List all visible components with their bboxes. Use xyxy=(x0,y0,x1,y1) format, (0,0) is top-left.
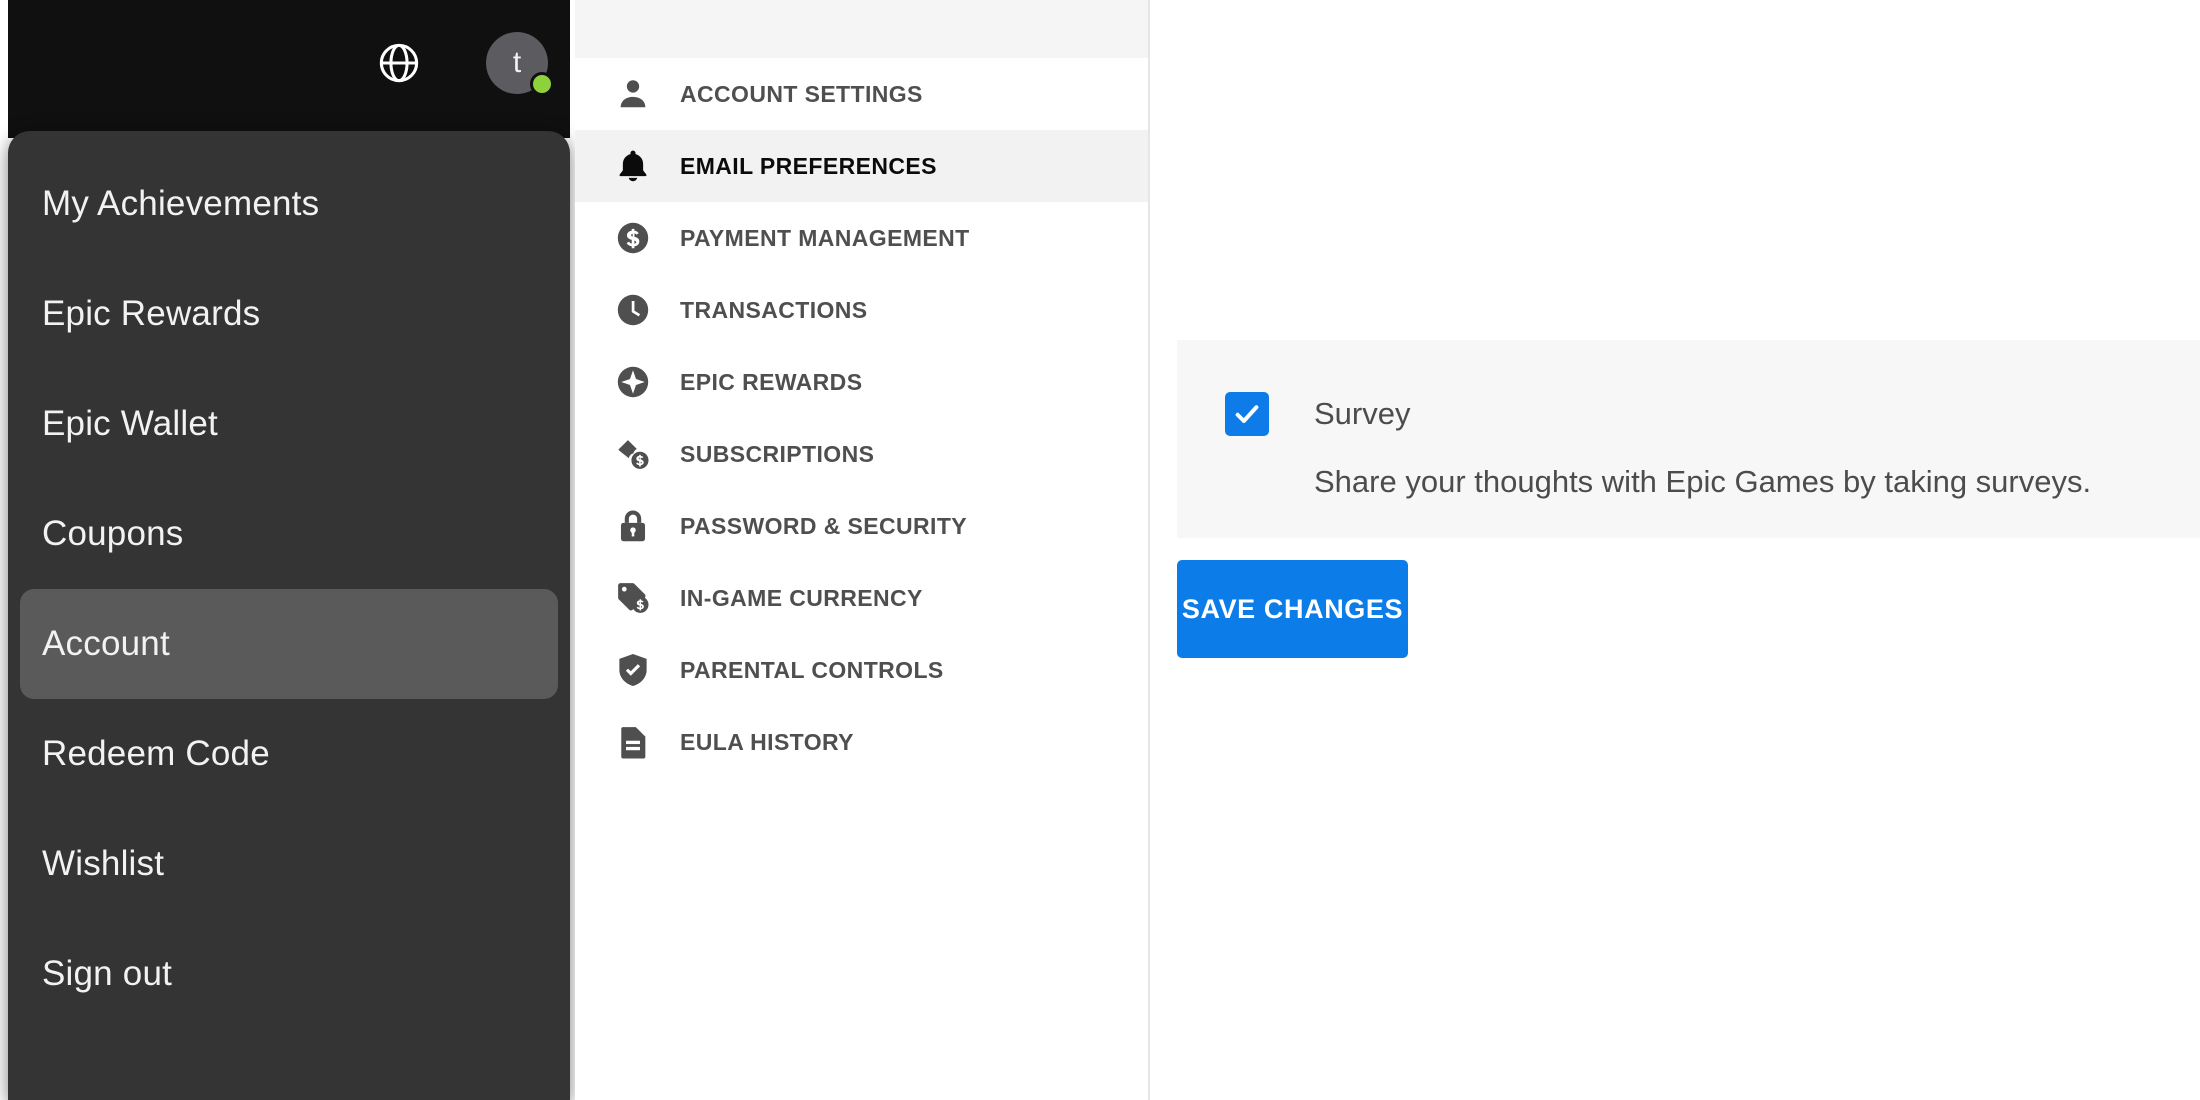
survey-checkbox[interactable] xyxy=(1225,392,1269,436)
nav-item-label: TRANSACTIONS xyxy=(680,297,868,324)
lock-icon xyxy=(613,506,653,546)
nav-item-label: IN-GAME CURRENCY xyxy=(680,585,923,612)
top-bar: t xyxy=(8,0,570,138)
account-dropdown-menu: My Achievements Epic Rewards Epic Wallet… xyxy=(8,131,570,1100)
tag-dollar-icon xyxy=(613,578,653,618)
avatar-wrapper[interactable]: t xyxy=(486,32,548,94)
nav-item-label: ACCOUNT SETTINGS xyxy=(680,81,923,108)
nav-item-eula-history[interactable]: EULA HISTORY xyxy=(575,706,1148,778)
nav-item-label: PASSWORD & SECURITY xyxy=(680,513,967,540)
menu-item-label: Account xyxy=(42,624,170,664)
survey-title: Survey xyxy=(1314,394,1410,434)
nav-item-password-security[interactable]: PASSWORD & SECURITY xyxy=(575,490,1148,562)
nav-item-subscriptions[interactable]: SUBSCRIPTIONS xyxy=(575,418,1148,490)
bell-icon xyxy=(613,146,653,186)
save-changes-button[interactable]: SAVE CHANGES xyxy=(1177,560,1408,658)
nav-top-strip xyxy=(575,0,1148,58)
globe-icon[interactable] xyxy=(376,40,422,86)
menu-item-label: Wishlist xyxy=(42,844,164,884)
nav-item-label: EPIC REWARDS xyxy=(680,369,862,396)
shield-check-icon xyxy=(613,650,653,690)
person-icon xyxy=(613,74,653,114)
checkmark-icon xyxy=(1232,399,1262,429)
settings-nav-list: ACCOUNT SETTINGS EMAIL PREFERENCES xyxy=(575,58,1148,778)
nav-item-label: EMAIL PREFERENCES xyxy=(680,153,937,180)
menu-item-label: Sign out xyxy=(42,954,172,994)
sparkle-icon xyxy=(613,362,653,402)
nav-item-label: SUBSCRIPTIONS xyxy=(680,441,874,468)
content-panel: Survey Share your thoughts with Epic Gam… xyxy=(1152,0,2200,1100)
menu-item-redeem-code[interactable]: Redeem Code xyxy=(8,699,570,809)
nav-item-payment-management[interactable]: PAYMENT MANAGEMENT xyxy=(575,202,1148,274)
nav-item-account-settings[interactable]: ACCOUNT SETTINGS xyxy=(575,58,1148,130)
menu-item-label: Epic Rewards xyxy=(42,294,260,334)
nav-item-email-preferences[interactable]: EMAIL PREFERENCES xyxy=(575,130,1148,202)
nav-item-label: PARENTAL CONTROLS xyxy=(680,657,944,684)
menu-item-label: Coupons xyxy=(42,514,184,554)
account-panel: t My Achievements Epic Rewards Epic Wall… xyxy=(8,0,570,1100)
nav-item-in-game-currency[interactable]: IN-GAME CURRENCY xyxy=(575,562,1148,634)
menu-item-epic-rewards[interactable]: Epic Rewards xyxy=(8,259,570,369)
ticket-dollar-icon xyxy=(613,434,653,474)
survey-description: Share your thoughts with Epic Games by t… xyxy=(1314,462,2091,502)
menu-item-coupons[interactable]: Coupons xyxy=(8,479,570,589)
document-icon xyxy=(613,722,653,762)
nav-item-label: EULA HISTORY xyxy=(680,729,854,756)
online-status-indicator xyxy=(530,72,554,96)
menu-item-account[interactable]: Account xyxy=(20,589,558,699)
nav-item-epic-rewards[interactable]: EPIC REWARDS xyxy=(575,346,1148,418)
nav-item-parental-controls[interactable]: PARENTAL CONTROLS xyxy=(575,634,1148,706)
menu-item-epic-wallet[interactable]: Epic Wallet xyxy=(8,369,570,479)
nav-item-transactions[interactable]: TRANSACTIONS xyxy=(575,274,1148,346)
app-root: t My Achievements Epic Rewards Epic Wall… xyxy=(0,0,2200,1100)
dollar-circle-icon xyxy=(613,218,653,258)
menu-item-label: Epic Wallet xyxy=(42,404,218,444)
clock-icon xyxy=(613,290,653,330)
settings-nav-panel: ACCOUNT SETTINGS EMAIL PREFERENCES xyxy=(575,0,1150,1100)
menu-item-sign-out[interactable]: Sign out xyxy=(8,919,570,1029)
menu-item-label: Redeem Code xyxy=(42,734,270,774)
menu-item-label: My Achievements xyxy=(42,184,319,224)
menu-item-wishlist[interactable]: Wishlist xyxy=(8,809,570,919)
menu-item-my-achievements[interactable]: My Achievements xyxy=(8,149,570,259)
nav-item-label: PAYMENT MANAGEMENT xyxy=(680,225,970,252)
survey-preference-card: Survey Share your thoughts with Epic Gam… xyxy=(1177,340,2200,538)
